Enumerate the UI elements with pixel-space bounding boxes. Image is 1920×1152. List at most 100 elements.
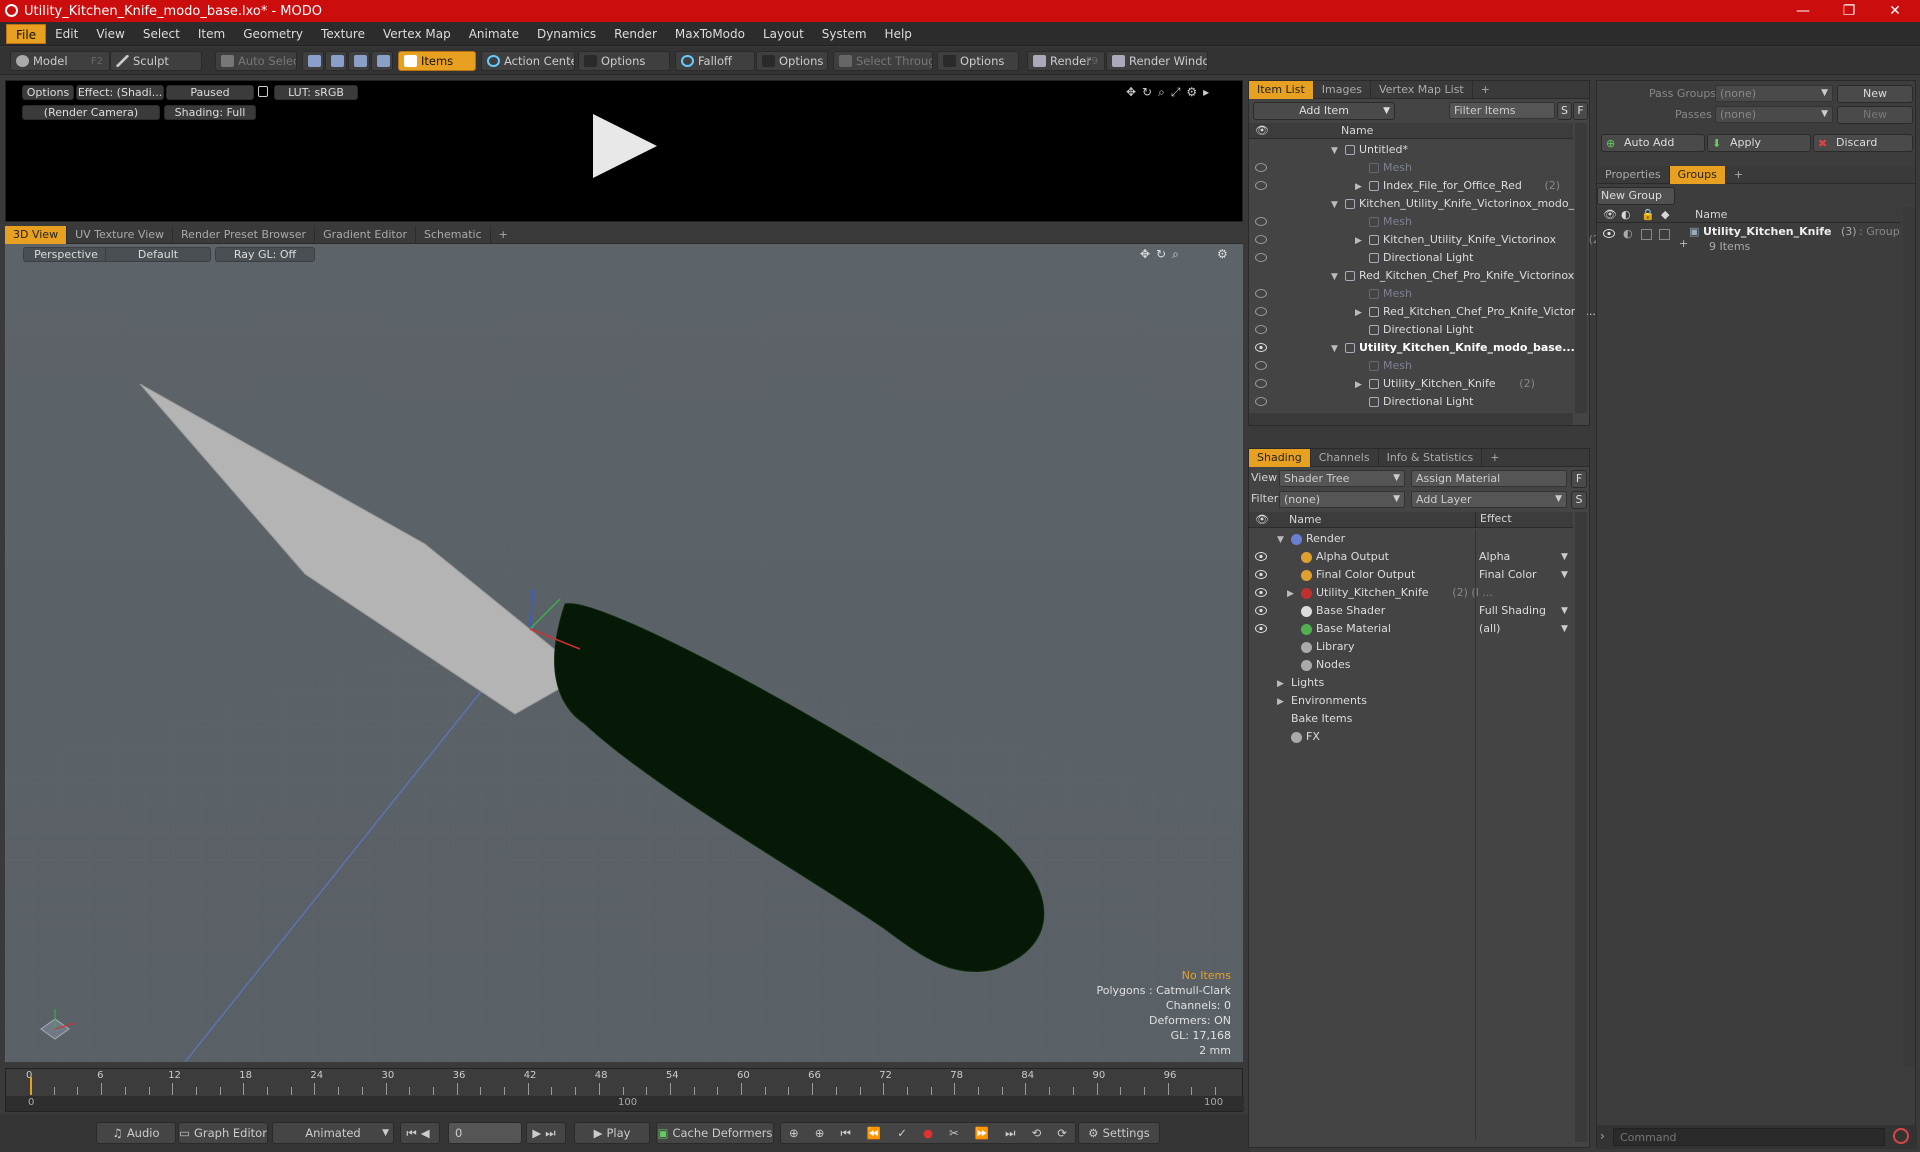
visibility-eye-icon[interactable] — [1255, 624, 1267, 633]
expand-triangle-icon[interactable]: ▶ — [1355, 178, 1362, 196]
tab-schematic[interactable]: Schematic — [416, 225, 491, 244]
visibility-eye-icon[interactable] — [1255, 217, 1267, 226]
tab-groups[interactable]: Groups — [1669, 165, 1726, 184]
visibility-eye-icon[interactable] — [1255, 289, 1267, 298]
preview-options-button[interactable]: Options — [22, 85, 74, 100]
cache-deformers-button[interactable]: ▣ Cache Deformers — [656, 1122, 774, 1144]
menu-item-animate[interactable]: Animate — [460, 24, 528, 44]
item-row[interactable]: Directional Light — [1249, 249, 1573, 267]
lut-dropdown[interactable]: LUT: sRGB — [274, 85, 358, 100]
visibility-eye-icon[interactable] — [1255, 181, 1267, 190]
visibility-eye-icon[interactable] — [1255, 343, 1267, 352]
view-dropdown[interactable]: Shader Tree ▼ — [1279, 470, 1405, 487]
tab-[interactable]: + — [1473, 81, 1498, 99]
skip-icon[interactable]: ⏭ — [1005, 1126, 1015, 1141]
skip-icon[interactable]: ⏩ — [975, 1126, 989, 1140]
visibility-eye-icon[interactable] — [1255, 361, 1267, 370]
key-icon[interactable]: ⊕ — [815, 1126, 825, 1140]
select-vertices-button[interactable] — [302, 51, 324, 71]
tab-images[interactable]: Images — [1314, 80, 1371, 99]
action-center-button[interactable]: Action Center — [481, 51, 575, 71]
expand-triangle-icon[interactable]: ▶ — [1355, 232, 1362, 250]
tab-vertex-map-list[interactable]: Vertex Map List — [1371, 80, 1473, 99]
chevron-down-icon[interactable]: ▼ — [1561, 620, 1568, 638]
passes-dropdown[interactable]: (none) ▼ — [1715, 106, 1833, 123]
render-toggle-icon[interactable]: ◐ — [1623, 227, 1633, 240]
render-button[interactable]: Render F9 — [1027, 51, 1105, 71]
filter-items-input[interactable]: Filter Items — [1449, 102, 1555, 119]
item-row[interactable]: ▶ Utility_Kitchen_Knife (2) — [1249, 375, 1573, 393]
shader-row[interactable]: Bake Items — [1249, 710, 1573, 728]
select-polygons-button[interactable] — [348, 51, 370, 71]
new-group-button[interactable]: New Group — [1597, 187, 1675, 205]
item-row[interactable]: Mesh — [1249, 285, 1573, 303]
play-button[interactable]: ▶ Play — [574, 1122, 650, 1144]
falloff-button[interactable]: Falloff — [675, 51, 755, 71]
close-button[interactable]: ✕ — [1872, 0, 1918, 22]
shading-s-button[interactable]: S — [1571, 491, 1587, 509]
menu-item-system[interactable]: System — [813, 24, 876, 44]
shader-row[interactable]: Base Material (all) ▼ — [1249, 620, 1573, 638]
skip-icon[interactable]: ⏮ — [840, 1126, 850, 1141]
expand-triangle-icon[interactable]: ▶ — [1277, 693, 1284, 711]
shader-row[interactable]: FX — [1249, 728, 1573, 746]
visibility-eye-icon[interactable] — [1255, 606, 1267, 615]
tab-uv-texture-view[interactable]: UV Texture View — [67, 225, 174, 244]
tab-[interactable]: + — [491, 226, 516, 244]
add-item-button[interactable]: Add Item ▼ — [1253, 102, 1395, 120]
transport-icons[interactable]: ⊕ ⊕ ⏮ ⏪ ✓ ● ✂ ⏩ ⏭ ⟲ ⟳ — [780, 1122, 1076, 1144]
shader-effect[interactable]: Alpha — [1479, 548, 1510, 566]
group-row[interactable]: ◐ + ▣ Utility_Kitchen_Knife (3) : Group … — [1597, 225, 1901, 259]
falloff-options-button[interactable]: Options — [756, 51, 828, 71]
key-icon[interactable]: ⟳ — [1057, 1126, 1067, 1140]
command-stop-icon[interactable] — [1893, 1128, 1909, 1144]
groups-scrollbar[interactable] — [1903, 207, 1915, 1067]
shader-row[interactable]: Alpha Output Alpha ▼ — [1249, 548, 1573, 566]
record-icon[interactable]: ● — [923, 1126, 933, 1140]
select-materials-button[interactable] — [371, 51, 393, 71]
item-row[interactable]: Directional Light — [1249, 393, 1573, 411]
camera-dropdown[interactable]: (Render Camera) — [22, 105, 160, 120]
tab-render-preset-browser[interactable]: Render Preset Browser — [173, 225, 316, 244]
tab-properties[interactable]: Properties — [1597, 165, 1670, 184]
visibility-eye-icon[interactable] — [1255, 307, 1267, 316]
menu-item-geometry[interactable]: Geometry — [234, 24, 312, 44]
menu-item-file[interactable]: File — [6, 23, 47, 44]
key-icon[interactable]: ⊕ — [789, 1126, 799, 1140]
item-row[interactable]: Directional Light — [1249, 321, 1573, 339]
effect-dropdown[interactable]: Effect: (Shadi... — [76, 85, 164, 100]
timeline-range-bar[interactable]: 0 100 100 — [6, 1096, 1244, 1111]
skip-icon[interactable]: ⏪ — [867, 1126, 881, 1140]
play-icon[interactable] — [593, 114, 657, 178]
filter-dropdown[interactable]: (none) ▼ — [1279, 491, 1405, 508]
item-row[interactable]: ▶ Red_Kitchen_Chef_Pro_Knife_Victorin... — [1249, 303, 1596, 321]
shader-row[interactable]: Library — [1249, 638, 1573, 656]
item-list-s-button[interactable]: S — [1557, 102, 1572, 120]
item-row[interactable]: Mesh — [1249, 213, 1573, 231]
audio-button[interactable]: ♫ Audio — [96, 1122, 176, 1144]
timeline-playhead[interactable] — [30, 1077, 32, 1095]
menu-item-edit[interactable]: Edit — [46, 24, 87, 44]
render-preview[interactable]: Options Effect: (Shadi... Paused LUT: sR… — [5, 80, 1243, 222]
shading-dropdown[interactable]: Shading: Full — [164, 105, 256, 120]
menu-item-vertex-map[interactable]: Vertex Map — [374, 24, 460, 44]
expand-triangle-icon[interactable]: ▶ — [1277, 675, 1284, 693]
visibility-eye-icon[interactable] — [1255, 235, 1267, 244]
tab-[interactable]: + — [1482, 449, 1507, 467]
shader-scrollbar[interactable] — [1575, 512, 1587, 1142]
item-row[interactable]: ▶Kitchen_Utility_Knife_Victorinox(2) — [1249, 231, 1604, 250]
tab-info-statistics[interactable]: Info & Statistics — [1379, 448, 1483, 467]
visibility-eye-icon[interactable] — [1255, 570, 1267, 579]
select-edges-button[interactable] — [325, 51, 347, 71]
paused-button[interactable]: Paused — [166, 85, 254, 100]
visibility-eye-icon[interactable] — [1255, 325, 1267, 334]
auto-select-button[interactable]: Auto Select — [215, 51, 297, 71]
menu-item-maxtomodo[interactable]: MaxToModo — [666, 24, 754, 44]
tab-item-list[interactable]: Item List — [1249, 80, 1314, 99]
preview-nav-icons[interactable]: ✥↻⌕⤢⚙▸ — [1126, 85, 1215, 100]
visibility-eye-icon[interactable] — [1255, 379, 1267, 388]
graph-editor-button[interactable]: ▭ Graph Editor — [178, 1122, 268, 1144]
menu-item-render[interactable]: Render — [605, 24, 666, 44]
item-row[interactable]: Mesh — [1249, 357, 1573, 375]
shader-row[interactable]: Nodes — [1249, 656, 1573, 674]
